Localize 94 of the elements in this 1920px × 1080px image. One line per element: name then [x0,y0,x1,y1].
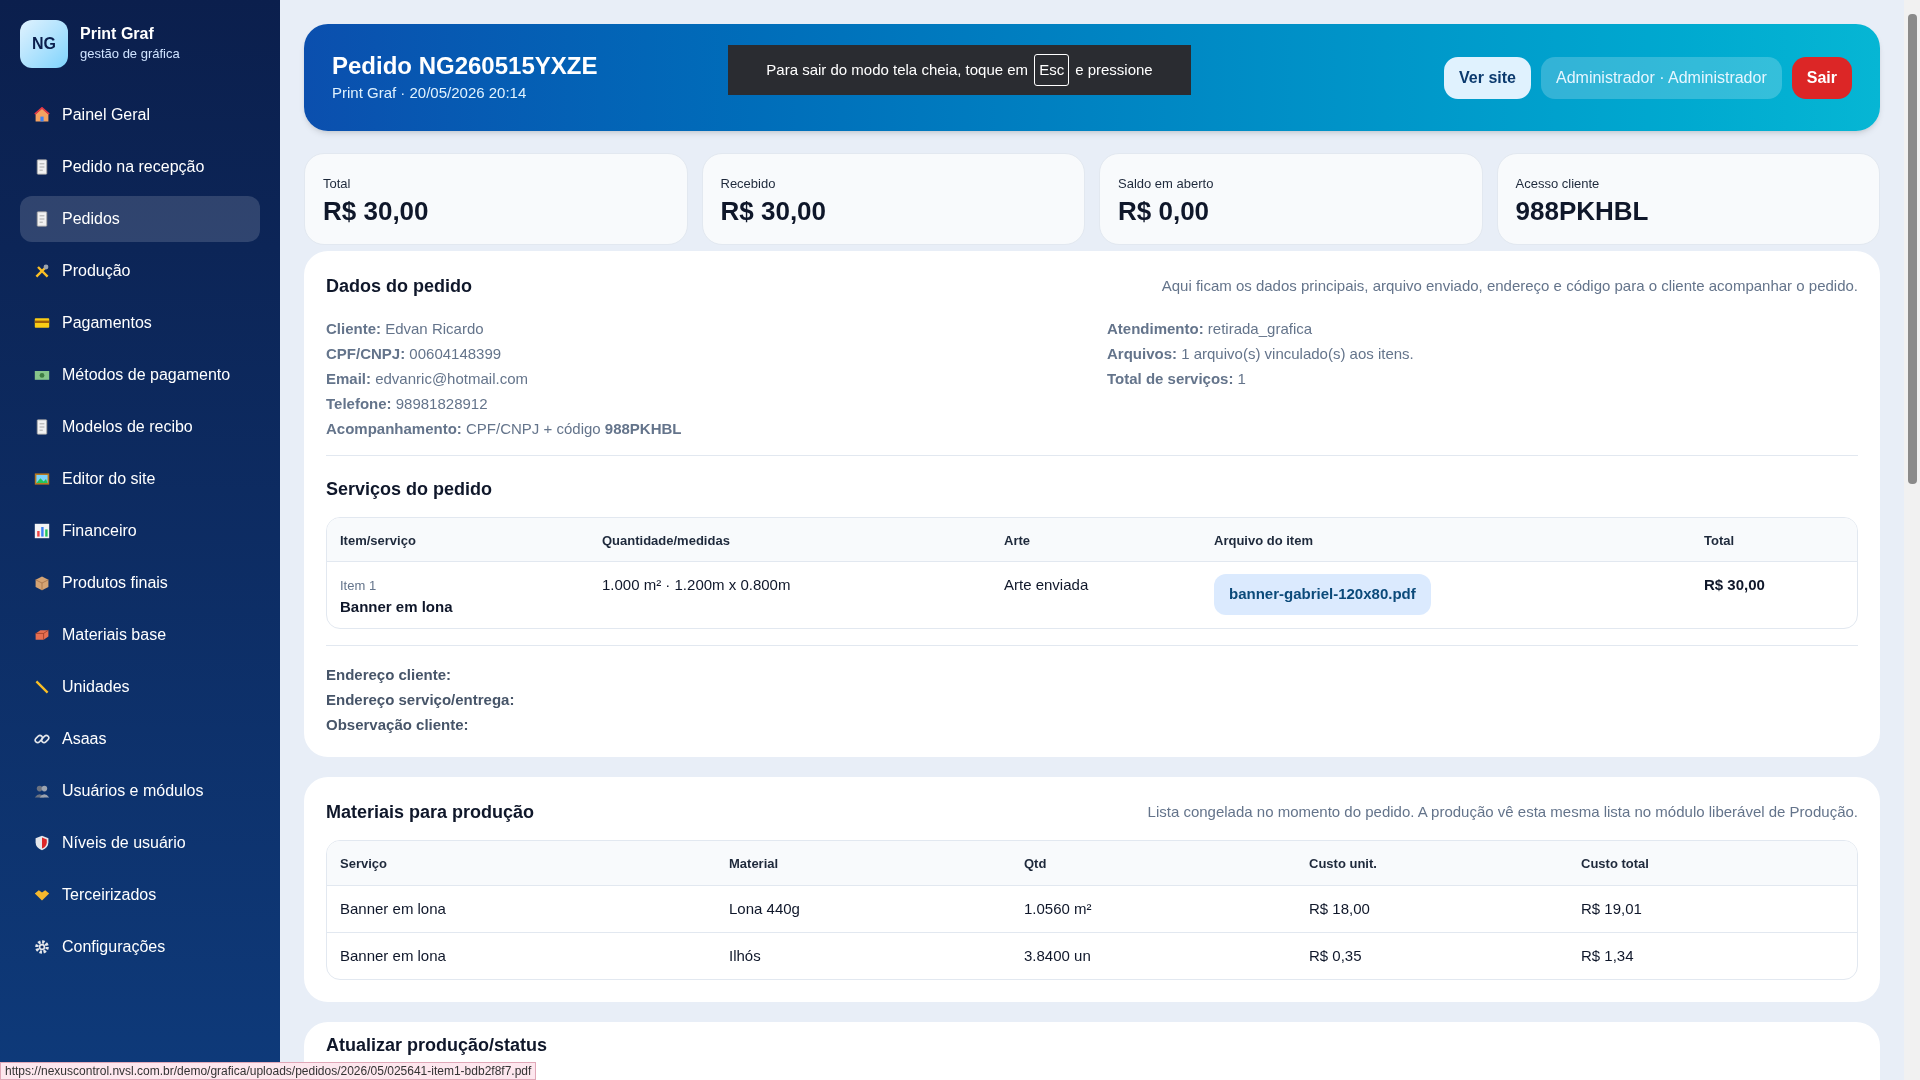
column-header: Qtd [1024,856,1047,871]
stat-value: R$ 0,00 [1118,194,1210,228]
column-header: Arte [1004,532,1030,548]
stat-value: 988PKHBL [1515,194,1649,228]
table-cell: R$ 1,34 [1581,946,1634,964]
sidebar-item[interactable]: Usuários e módulos [20,768,260,814]
section-title: Materiais para produção [326,801,535,824]
notice-text: e pressione [1075,59,1153,80]
scrollbar[interactable] [1904,0,1920,1080]
column-header: Material [729,856,779,871]
table-cell: 1.000 m² · 1.200m x 0.800m [602,576,791,593]
table-cell: Ilhós [729,946,761,964]
order-title: Pedido NG260515YXZE [332,51,598,82]
column-header: Serviço [340,856,387,871]
detail-field: Atendimento: retirada_grafica [1107,316,1313,341]
box-icon [34,575,50,591]
detail-field: Email: edvanric@hotmail.com [326,366,528,391]
stat-label: Acesso cliente [1515,175,1600,193]
table-cell: 1.0560 m² [1024,899,1092,917]
column-header: Custo total [1581,856,1649,871]
column-header: Arquivo do item [1214,532,1313,548]
sidebar-item[interactable]: Unidades [20,664,260,710]
section-description: Aqui ficam os dados principais, arquivo enviado, endereço e código para o cliente acompanhar o pedido. [1161,276,1858,297]
stat-value: R$ 30,00 [323,194,429,228]
status-bar-url: https://nexuscontrol.nvsl.com.br/demo/grafica/uploads/pedidos/2026/05/025641-item1-bdb2f8f7.pdf [0,1062,537,1080]
view-site-button[interactable]: Ver site [1444,56,1531,99]
sidebar-item[interactable]: Níveis de usuário [20,820,260,866]
detail-field: Acompanhamento: CPF/CNPJ + código 988PKHBL [326,416,682,441]
people-icon [34,783,50,799]
brand-tagline: gestão de gráfica [80,45,180,64]
section-title: Dados do pedido [326,275,472,298]
key-hint: Esc [1034,53,1070,87]
sidebar-item[interactable]: Pedido na recepção [20,144,260,190]
stat-label: Recebido [720,175,776,193]
brick-icon [34,627,50,643]
detail-field: Observação cliente: [326,712,469,737]
section-description: Lista congelada no momento do pedido. A produção vê esta mesma lista no módulo liberável de Produção. [1147,802,1858,823]
sidebar-item[interactable]: Pedidos [20,196,260,242]
sidebar-item[interactable]: Terceirizados [20,872,260,918]
service-name: Banner em lona [340,596,453,617]
column-header: Custo unit. [1309,856,1377,871]
table-cell: 3.8400 un [1024,946,1091,964]
sidebar-item[interactable]: Materiais base [20,612,260,658]
sidebar-item[interactable]: Modelos de recibo [20,404,260,450]
table-cell: Banner em lona [340,946,446,964]
table-cell: Banner em lona [340,899,446,917]
sidebar-item[interactable]: Asaas [20,716,260,762]
table-cell: R$ 19,01 [1581,899,1642,917]
table-cell: Arte enviada [1004,576,1089,593]
detail-field: Endereço serviço/entrega: [326,687,515,712]
bar-chart-icon [34,523,50,539]
document-icon [34,211,50,227]
tools-icon [34,263,50,279]
column-header: Total [1704,532,1735,548]
table-cell: R$ 30,00 [1704,576,1765,593]
stat-label: Saldo em aberto [1118,175,1214,193]
house-icon [34,107,50,123]
detail-field: Arquivos: 1 arquivo(s) vinculado(s) aos itens. [1107,341,1414,366]
sidebar-item[interactable]: Métodos de pagamento [20,352,260,398]
picture-icon [34,471,50,487]
detail-field: Cliente: Edvan Ricardo [326,316,484,341]
sidebar-item[interactable]: Configurações [20,924,260,970]
sidebar-item[interactable]: Financeiro [20,508,260,554]
table-cell: Lona 440g [729,899,800,917]
order-subtitle: Print Graf · 20/05/2026 20:14 [332,83,528,104]
logo-badge: NG [20,20,68,68]
stat-value: R$ 30,00 [720,194,827,228]
shield-icon [34,835,50,851]
gear-icon [34,939,50,955]
detail-field: Endereço cliente: [326,662,452,687]
sidebar-item[interactable]: Produção [20,248,260,294]
sidebar-item[interactable]: Produtos finais [20,560,260,606]
card-icon [34,315,50,331]
table-cell: R$ 0,35 [1309,946,1362,964]
sidebar-item[interactable]: Editor do site [20,456,260,502]
sidebar-item[interactable]: Painel Geral [20,92,260,138]
ruler-icon [34,679,50,695]
document-icon [34,159,50,175]
section-title: Serviços do pedido [326,478,494,501]
document-icon [34,419,50,435]
brand-name: Print Graf [80,24,155,45]
item-number: Item 1 [340,577,377,595]
detail-field: Telefone: 98981828912 [326,391,488,416]
column-header: Item/serviço [340,532,416,548]
detail-field: Total de serviços: 1 [1107,366,1246,391]
stat-label: Total [323,175,351,193]
detail-field: CPF/CNPJ: 00604148399 [326,341,502,366]
notice-text: Para sair do modo tela cheia, toque em [766,59,1029,80]
column-header: Quantidade/medidas [602,532,730,548]
sidebar-item[interactable]: Pagamentos [20,300,260,346]
section-title: Atualizar produção/status [326,1034,549,1057]
table-cell: R$ 18,00 [1309,899,1370,917]
logout-button[interactable]: Sair [1791,56,1852,99]
file-link[interactable]: banner-gabriel-120x80.pdf [1214,574,1431,615]
